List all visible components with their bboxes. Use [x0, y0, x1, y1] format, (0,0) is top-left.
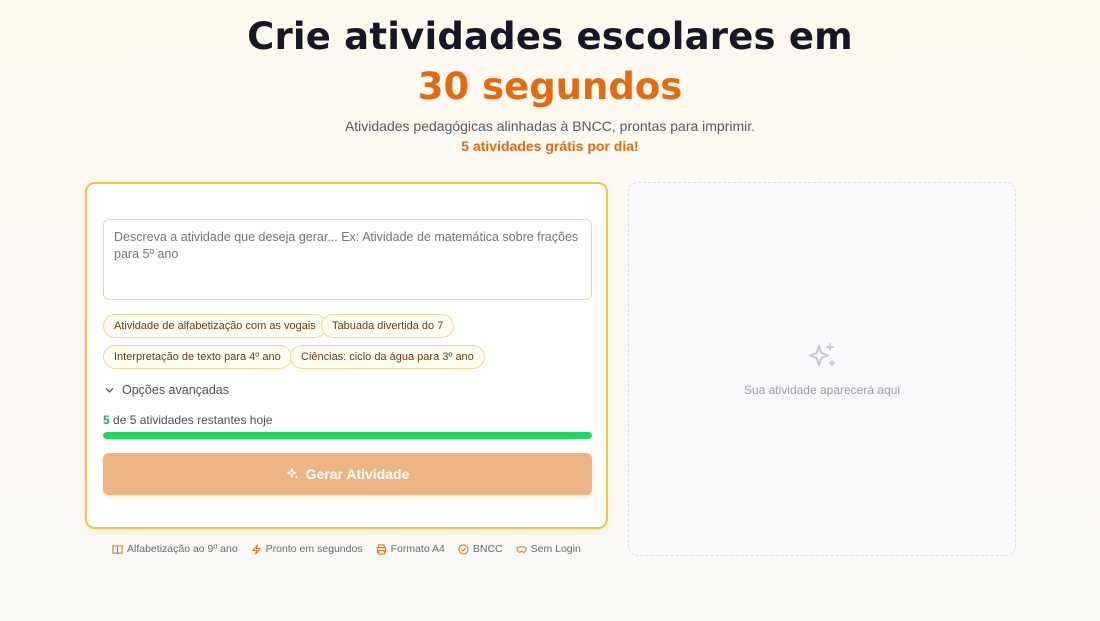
hero: Crie atividades escolares em 30 segundos: [0, 12, 1100, 112]
sparkles-icon: [286, 468, 298, 479]
page-title-accent: 30 segundos: [417, 65, 683, 108]
advanced-options-toggle[interactable]: Opções avançadas: [105, 383, 229, 397]
advanced-options-label: Opções avançadas: [122, 383, 230, 397]
feature-label: Sem Login: [530, 543, 581, 555]
usage-progress-fill: [103, 432, 592, 439]
feature-item: Pronto em segundos: [251, 543, 363, 555]
suggestion-chip-ciencias[interactable]: Ciências: ciclo da água para 3º ano: [290, 345, 485, 369]
page-title: Crie atividades escolares em: [247, 15, 853, 58]
activity-preview-panel: Sua atividade aparecerá aqui: [628, 182, 1016, 556]
remaining-text: de 5 atividades restantes hoje: [113, 413, 273, 427]
preview-placeholder-text: Sua atividade aparecerá aqui: [743, 383, 901, 397]
suggestion-chip-interpretacao[interactable]: Interpretação de texto para 4º ano: [103, 345, 292, 369]
mask-icon: [516, 545, 527, 553]
sparkles-icon: [809, 343, 835, 366]
feature-list: Alfabetização ao 9º ano Pronto em segund…: [112, 543, 581, 555]
suggestion-chip-alfabetizacao[interactable]: Atividade de alfabetização com as vogais: [103, 314, 327, 338]
feature-item: Sem Login: [516, 543, 581, 555]
generate-activity-button[interactable]: Gerar Atividade: [103, 453, 592, 495]
lightning-icon: [252, 543, 261, 555]
page-subtitle: Atividades pedagógicas alinhadas à BNCC,…: [344, 118, 756, 134]
chevron-down-icon: [105, 387, 114, 393]
book-icon: [112, 544, 123, 554]
generate-activity-label: Gerar Atividade: [305, 466, 410, 482]
feature-label: Formato A4: [390, 543, 445, 555]
activity-prompt-input[interactable]: [103, 219, 592, 300]
generator-card: Atividade de alfabetização com as vogais…: [85, 182, 608, 529]
printer-icon: [376, 543, 386, 555]
check-circle-icon: [458, 543, 469, 555]
feature-label: Alfabetização ao 9º ano: [127, 543, 238, 555]
remaining-activities: 5 de 5 atividades restantes hoje: [103, 413, 272, 427]
feature-item: Alfabetização ao 9º ano: [112, 543, 238, 555]
usage-progress-bar: [103, 432, 592, 439]
suggestion-chip-tabuada[interactable]: Tabuada divertida do 7: [321, 314, 455, 338]
free-activities-note: 5 atividades grátis por dia!: [461, 138, 639, 154]
feature-label: Pronto em segundos: [265, 543, 363, 555]
feature-label: BNCC: [472, 543, 503, 555]
feature-item: BNCC: [458, 543, 503, 555]
feature-item: Formato A4: [376, 543, 445, 555]
remaining-count: 5: [103, 413, 110, 427]
